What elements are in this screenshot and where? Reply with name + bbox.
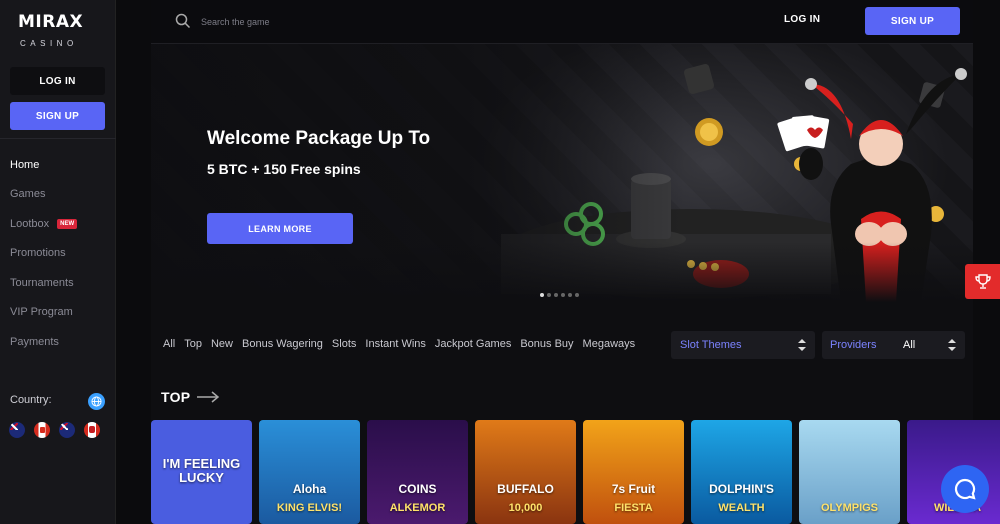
carousel-dot[interactable] (547, 293, 551, 297)
canada-alt-flag-icon[interactable] (84, 422, 100, 438)
game-title-line1: COINS (398, 482, 437, 496)
select-arrows-icon (948, 339, 956, 351)
sidebar: MIRAX CASINO LOG IN SIGN UP Home Games L… (0, 0, 116, 524)
learn-more-button[interactable]: LEARN MORE (207, 213, 353, 244)
carousel-dot[interactable] (561, 293, 565, 297)
carousel-dot[interactable] (540, 293, 544, 297)
search-icon[interactable] (175, 13, 191, 29)
section-title: TOP (161, 389, 191, 405)
sidebar-item-lootbox[interactable]: Lootbox NEW (10, 209, 78, 239)
game-title: I'M FEELING LUCKY (162, 456, 241, 485)
country-flags (9, 422, 100, 438)
game-title-line2: ALKEMOR (389, 502, 446, 514)
game-title-line1: DOLPHIN'S (709, 482, 774, 496)
providers-label: Providers (830, 339, 877, 351)
tab-new[interactable]: New (211, 338, 233, 350)
sidebar-item-label: Payments (10, 335, 59, 348)
logo-word: MIRAX (18, 12, 84, 32)
sidebar-item-games[interactable]: Games (10, 180, 77, 210)
country-label: Country: (10, 394, 52, 406)
sidebar-login-button[interactable]: LOG IN (10, 67, 105, 95)
tab-slots[interactable]: Slots (332, 338, 356, 350)
game-title-line1: Aloha (292, 482, 327, 496)
sidebar-item-home[interactable]: Home (10, 150, 77, 180)
australia-flag-icon[interactable] (9, 422, 25, 438)
sidebar-item-label: Games (10, 188, 46, 201)
globe-icon[interactable] (88, 393, 105, 410)
game-title-line2: FIESTA (614, 502, 653, 514)
game-title-line1: BUFFALO (497, 482, 554, 496)
login-button[interactable]: LOG IN (784, 14, 820, 25)
search-input[interactable] (201, 12, 481, 32)
new-badge: NEW (57, 218, 78, 229)
trophy-button[interactable] (965, 264, 1000, 299)
tab-jackpot-games[interactable]: Jackpot Games (435, 338, 511, 350)
game-title-line2: OLYMPIGS (820, 502, 879, 514)
game-card[interactable]: BUFFALO 10,000 (475, 420, 576, 524)
game-card[interactable]: 7s Fruit FIESTA (583, 420, 684, 524)
tab-top[interactable]: Top (184, 338, 202, 350)
sidebar-item-label: Home (10, 158, 40, 171)
hero-banner[interactable]: Welcome Package Up To 5 BTC + 150 Free s… (151, 44, 973, 302)
canada-flag-icon[interactable] (34, 422, 50, 438)
sidebar-item-label: Tournaments (10, 276, 74, 289)
slot-themes-label: Slot Themes (680, 339, 742, 351)
game-card[interactable]: COINS ALKEMOR (367, 420, 468, 524)
divider (0, 138, 116, 139)
tab-all[interactable]: All (163, 338, 175, 350)
sidebar-item-vip-program[interactable]: VIP Program (10, 298, 77, 328)
top-bar: LOG IN SIGN UP (151, 0, 973, 44)
game-title-line1: 7s Fruit (611, 482, 656, 496)
sidebar-item-label: VIP Program (10, 306, 73, 319)
game-title-line2: KING ELVIS! (276, 502, 343, 514)
game-category-tabs: All Top New Bonus Wagering Slots Instant… (163, 338, 643, 350)
sidebar-item-label: Promotions (10, 247, 66, 260)
sidebar-item-promotions[interactable]: Promotions (10, 239, 77, 269)
sidebar-item-payments[interactable]: Payments (10, 327, 77, 357)
game-title-line2: WEALTH (718, 502, 765, 514)
providers-value: All (903, 339, 916, 351)
game-list: I'M FEELING LUCKY Aloha KING ELVIS! COIN… (151, 420, 1000, 524)
tab-bonus-wagering[interactable]: Bonus Wagering (242, 338, 323, 350)
select-arrows-icon (798, 339, 806, 351)
carousel-dot[interactable] (575, 293, 579, 297)
chat-button[interactable] (941, 465, 989, 513)
game-title-line2: 10,000 (508, 502, 543, 514)
carousel-dot[interactable] (554, 293, 558, 297)
new-zealand-flag-icon[interactable] (59, 422, 75, 438)
tab-instant-wins[interactable]: Instant Wins (365, 338, 426, 350)
sidebar-item-tournaments[interactable]: Tournaments (10, 268, 77, 298)
arrow-right-icon[interactable] (196, 390, 220, 404)
chat-icon (954, 478, 976, 500)
game-card[interactable]: OLYMPIGS (799, 420, 900, 524)
tab-bonus-buy[interactable]: Bonus Buy (520, 338, 573, 350)
carousel-dots (540, 293, 579, 297)
tab-megaways[interactable]: Megaways (583, 338, 636, 350)
sidebar-signup-button[interactable]: SIGN UP (10, 102, 105, 130)
sidebar-item-label: Lootbox (10, 217, 50, 230)
slot-themes-select[interactable]: Slot Themes (671, 331, 815, 359)
main-content: LOG IN SIGN UP (151, 0, 1000, 524)
game-card[interactable]: DOLPHIN'S WEALTH (691, 420, 792, 524)
carousel-dot[interactable] (568, 293, 572, 297)
hero-title: Welcome Package Up To (207, 128, 431, 149)
sidebar-nav: Home Games Lootbox NEW Promotions Tournam… (10, 150, 78, 357)
logo-sub: CASINO (20, 39, 78, 48)
hero-subtitle: 5 BTC + 150 Free spins (207, 161, 361, 177)
game-card-feeling-lucky[interactable]: I'M FEELING LUCKY (151, 420, 252, 524)
game-card[interactable]: Aloha KING ELVIS! (259, 420, 360, 524)
logo[interactable]: MIRAX CASINO (18, 10, 98, 52)
trophy-icon (974, 273, 991, 289)
providers-select[interactable]: Providers All (822, 331, 965, 359)
signup-button[interactable]: SIGN UP (865, 7, 960, 35)
